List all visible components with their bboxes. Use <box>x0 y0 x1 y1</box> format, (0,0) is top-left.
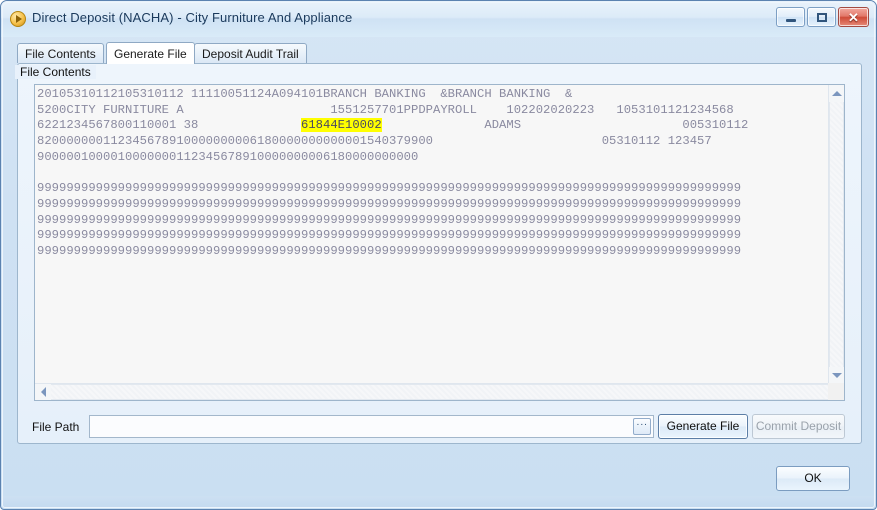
title-bar[interactable]: Direct Deposit (NACHA) - City Furniture … <box>1 1 876 37</box>
minimize-button[interactable] <box>776 7 805 27</box>
browse-ellipsis-button[interactable]: ··· <box>633 418 651 435</box>
file-path-field-wrapper[interactable]: ··· <box>89 415 654 438</box>
file-path-input[interactable] <box>90 416 630 437</box>
file-contents-line: 9999999999999999999999999999999999999999… <box>37 244 742 259</box>
close-button[interactable]: ✕ <box>838 7 869 27</box>
button-label: OK <box>804 471 822 485</box>
ok-button[interactable]: OK <box>776 466 850 491</box>
tab-label: File Contents <box>25 47 96 61</box>
generate-file-button[interactable]: Generate File <box>658 414 748 439</box>
file-contents-text: 20105310112105310112 11110051124A094101B… <box>37 87 837 260</box>
file-contents-line: 5200CITY FURNITURE A 1551257701PPDPAYROL… <box>37 102 734 117</box>
ellipsis-icon: ··· <box>636 418 648 430</box>
scrollbar-corner <box>828 383 844 400</box>
maximize-icon <box>808 8 835 26</box>
highlighted-trace-number: 61844E10002 <box>301 118 382 133</box>
button-label: Commit Deposit <box>755 419 842 433</box>
file-contents-line: 9999999999999999999999999999999999999999… <box>37 212 742 227</box>
file-contents-line: 20105310112105310112 11110051124A094101B… <box>37 87 573 101</box>
file-contents-textarea[interactable]: 20105310112105310112 11110051124A094101B… <box>34 84 845 401</box>
direct-deposit-dialog: Direct Deposit (NACHA) - City Furniture … <box>0 0 877 510</box>
horizontal-scrollbar[interactable] <box>35 383 844 400</box>
commit-deposit-button: Commit Deposit <box>752 414 845 439</box>
file-contents-line: 6221234567800110001 38 61844E10002 ADAMS… <box>37 118 837 133</box>
file-contents-line: 8200000001123456789100000000061800000000… <box>37 134 712 149</box>
file-contents-line: 9999999999999999999999999999999999999999… <box>37 196 742 211</box>
vertical-scrollbar-track[interactable] <box>829 102 844 367</box>
button-label: Generate File <box>666 419 740 433</box>
tab-generate-file[interactable]: Generate File <box>106 42 195 64</box>
minimize-icon <box>777 8 804 26</box>
scroll-up-arrow[interactable] <box>829 85 844 102</box>
tab-file-contents[interactable]: File Contents <box>17 43 104 63</box>
tab-label: Deposit Audit Trail <box>202 47 299 61</box>
scroll-down-arrow[interactable] <box>829 367 844 384</box>
window-bottom-strip <box>2 496 876 508</box>
app-play-icon <box>10 11 26 27</box>
file-path-label: File Path <box>32 420 80 434</box>
tab-strip: File Contents Generate File Deposit Audi… <box>17 42 862 64</box>
window-title: Direct Deposit (NACHA) - City Furniture … <box>32 10 353 25</box>
tab-deposit-audit-trail[interactable]: Deposit Audit Trail <box>194 43 307 63</box>
horizontal-scrollbar-track[interactable] <box>51 384 828 400</box>
scroll-left-arrow[interactable] <box>35 384 51 400</box>
file-contents-line: 9999999999999999999999999999999999999999… <box>37 181 742 196</box>
tab-label: Generate File <box>114 47 187 61</box>
maximize-button[interactable] <box>807 7 836 27</box>
file-contents-line: 9999999999999999999999999999999999999999… <box>37 228 742 243</box>
file-contents-line <box>37 166 827 182</box>
vertical-scrollbar[interactable] <box>828 85 844 384</box>
close-icon: ✕ <box>848 9 859 25</box>
file-contents-line: 9000001000010000000112345678910000000006… <box>37 149 419 164</box>
groupbox-legend: File Contents <box>15 65 96 79</box>
